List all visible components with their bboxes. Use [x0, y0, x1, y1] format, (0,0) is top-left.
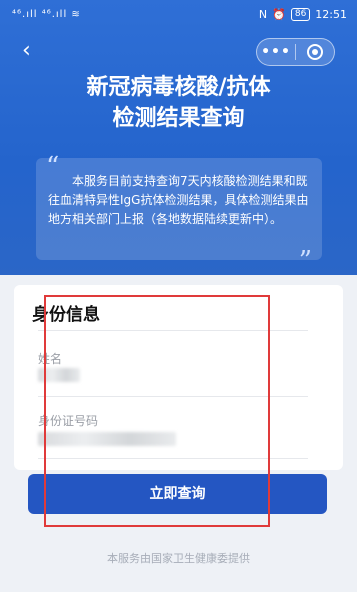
divider: [38, 396, 308, 397]
service-notice: “ 本服务目前支持查询7天内核酸检测结果和既往血清特异性IgG抗体检测结果，具体…: [36, 152, 322, 276]
id-number-field[interactable]: [38, 432, 176, 446]
status-bar: ⁴⁶.ıll ⁴⁶.ıll ≋ N ⏰ 86 12:51: [0, 0, 357, 30]
signal-wifi-icons: ⁴⁶.ıll ⁴⁶.ıll ≋: [12, 9, 81, 20]
status-time: 12:51: [315, 8, 347, 21]
miniprogram-capsule: •••: [256, 38, 335, 66]
page-title: 新冠病毒核酸/抗体 检测结果查询: [0, 72, 357, 134]
nfc-icon: N: [258, 8, 268, 21]
section-title: 身份信息: [32, 305, 100, 325]
alarm-icon: ⏰: [272, 8, 286, 21]
id-number-label: 身份证号码: [38, 414, 99, 428]
page-title-line2: 检测结果查询: [112, 106, 245, 131]
notice-text: 本服务目前支持查询7天内核酸检测结果和既往血清特异性IgG抗体检测结果，具体检测…: [48, 174, 309, 226]
divider: [38, 330, 308, 331]
close-quote-icon: ”: [298, 246, 312, 276]
query-now-button[interactable]: 立即查询: [28, 474, 327, 514]
target-circle-icon: [306, 44, 323, 60]
close-miniprogram-button[interactable]: [296, 38, 334, 66]
name-field[interactable]: [38, 368, 80, 382]
back-chevron-icon[interactable]: ‹: [22, 40, 46, 64]
footer-provider: 本服务由国家卫生健康委提供: [107, 552, 250, 565]
name-label: 姓名: [38, 352, 63, 366]
battery-indicator: 86: [290, 8, 311, 21]
page-title-line1: 新冠病毒核酸/抗体: [86, 75, 271, 100]
more-options-button[interactable]: •••: [257, 38, 295, 66]
divider: [38, 458, 308, 459]
